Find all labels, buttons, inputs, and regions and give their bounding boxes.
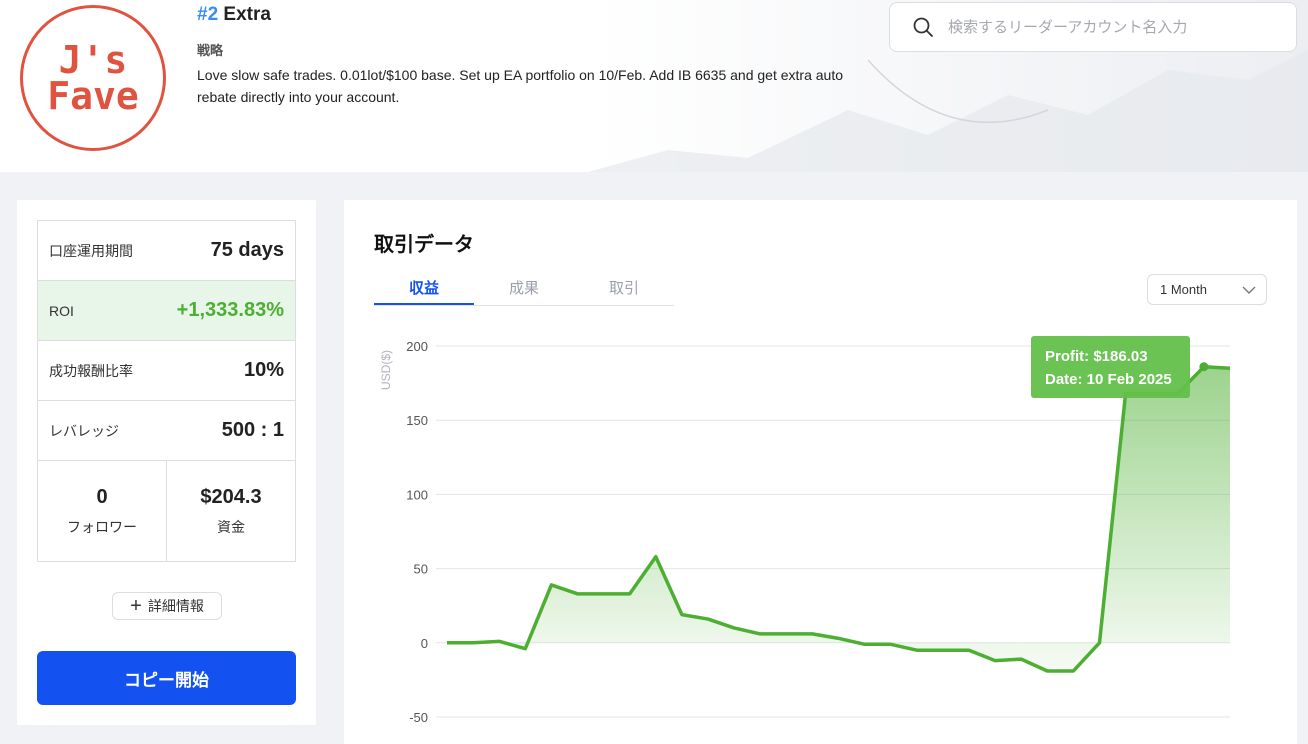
y-tick-label: -50 (409, 710, 428, 725)
y-tick-label: 200 (406, 339, 428, 354)
y-tick-label: 150 (406, 413, 428, 428)
followers-value: 0 (96, 485, 108, 508)
tooltip-box (1031, 336, 1190, 398)
stat-value: 500 : 1 (221, 419, 284, 441)
y-axis-label: USD($) (379, 350, 393, 390)
stats-table: 口座運用期間 75 days ROI +1,333.83% 成功報酬比率 10%… (37, 220, 296, 562)
leader-header: J's Fave #2 Extra 戦略 Love slow safe trad… (0, 0, 1308, 172)
stat-value: 75 days (210, 239, 284, 261)
profit-chart: 200 150 100 50 0 -50 USD($) Profit: $186.03 Dat… (379, 336, 1231, 725)
leader-name: Extra (223, 4, 271, 25)
leader-rank: #2 (197, 4, 219, 25)
stat-row-roi: ROI +1,333.83% (38, 281, 295, 341)
logo-text-line1: J's (58, 38, 128, 82)
stat-label: 成功報酬比率 (49, 362, 133, 379)
detail-info-label: 詳細情報 (147, 598, 204, 614)
y-tick-label: 0 (421, 636, 428, 651)
strategy-text: Love slow safe trades. 0.01lot/$100 base… (197, 67, 844, 105)
stat-cell-followers: 0 フォロワー (38, 461, 166, 561)
stat-row-leverage: レバレッジ 500 : 1 (38, 401, 295, 461)
detail-info-button[interactable]: + 詳細情報 (112, 592, 222, 620)
y-tick-label: 100 (406, 487, 428, 502)
leader-stats-card: 口座運用期間 75 days ROI +1,333.83% 成功報酬比率 10%… (17, 200, 316, 725)
followers-label: フォロワー (67, 518, 137, 535)
stat-label: 口座運用期間 (49, 242, 133, 259)
plus-icon: + (130, 595, 142, 617)
funds-label: 資金 (217, 518, 245, 535)
stat-row-followers-funds: 0 フォロワー $204.3 資金 (38, 461, 295, 561)
search-input[interactable] (948, 18, 1268, 36)
highlighted-point (1199, 362, 1209, 372)
leader-title: #2 Extra (197, 4, 271, 26)
leader-logo: J's Fave (20, 5, 166, 151)
search-box[interactable] (889, 2, 1297, 52)
trade-data-card: 取引データ 収益 成果 取引 1 Month 200 150 100 50 0 -50 US… (344, 200, 1297, 744)
stat-label: レバレッジ (49, 422, 119, 439)
search-icon (913, 17, 933, 37)
stat-cell-funds: $204.3 資金 (166, 461, 295, 561)
stat-label: ROI (49, 302, 74, 319)
stat-value: +1,333.83% (176, 299, 284, 321)
funds-value: $204.3 (200, 485, 262, 508)
y-tick-label: 50 (414, 562, 428, 577)
strategy-label: 戦略 (197, 43, 224, 58)
tooltip-profit: Profit: $186.03 (1045, 348, 1148, 365)
tooltip-date: Date: 10 Feb 2025 (1045, 371, 1172, 388)
logo-text-line2: Fave (47, 74, 139, 118)
stat-value: 10% (243, 359, 284, 381)
stat-row-period: 口座運用期間 75 days (38, 221, 295, 281)
start-copy-button[interactable]: コピー開始 (37, 651, 296, 705)
stat-row-fee: 成功報酬比率 10% (38, 341, 295, 401)
